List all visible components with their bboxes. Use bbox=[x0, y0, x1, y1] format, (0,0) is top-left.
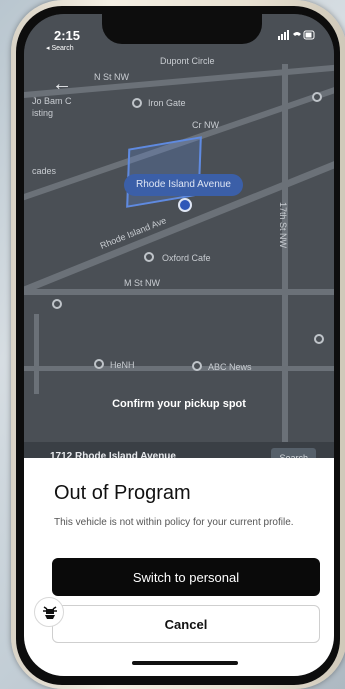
map-label-left-top2: isting bbox=[32, 108, 54, 118]
map-label-henh: HeNH bbox=[110, 360, 135, 370]
map-poi-icon bbox=[94, 359, 104, 369]
pickup-zone-polygon bbox=[126, 136, 202, 208]
home-indicator bbox=[132, 661, 238, 665]
map-road bbox=[34, 314, 39, 394]
status-signal-battery-icon bbox=[278, 30, 315, 40]
map-label-n-st: N St NW bbox=[94, 72, 129, 82]
confirm-pickup-text: Confirm your pickup spot bbox=[112, 398, 246, 410]
map-poi-icon bbox=[144, 252, 154, 262]
map-poi-icon bbox=[52, 299, 62, 309]
out-of-program-sheet: Out of Program This vehicle is not withi… bbox=[24, 458, 334, 676]
pickup-location-pill[interactable]: Rhode Island Avenue bbox=[124, 174, 243, 196]
cancel-button[interactable]: Cancel bbox=[52, 605, 320, 643]
map-label-cascades: cades bbox=[32, 166, 57, 176]
map-label-left-top: Jo Bam C bbox=[32, 96, 72, 106]
pickup-pin-icon[interactable] bbox=[178, 198, 192, 212]
back-arrow-icon[interactable]: ← bbox=[52, 74, 72, 94]
switch-to-personal-button[interactable]: Switch to personal bbox=[52, 558, 320, 596]
map-label-m-st: M St NW bbox=[124, 278, 160, 288]
sheet-title: Out of Program bbox=[54, 482, 191, 504]
map-label-dupont-circle: Dupont Circle bbox=[160, 56, 215, 66]
map-label-cr-nw: Cr NW bbox=[192, 120, 219, 130]
map-poi-icon bbox=[312, 92, 322, 102]
sheet-description: This vehicle is not within policy for yo… bbox=[54, 517, 294, 528]
status-time: 2:15 bbox=[54, 28, 81, 43]
bug-icon bbox=[43, 606, 57, 619]
map-label-iron-gate: Iron Gate bbox=[148, 98, 186, 108]
map-poi-icon bbox=[132, 98, 142, 108]
app-screen: Dupont Circle N St NW Jo Bam C isting Ir… bbox=[24, 14, 334, 676]
map-poi-icon bbox=[192, 361, 202, 371]
overlay-badge[interactable] bbox=[34, 597, 64, 627]
map-poi-icon bbox=[314, 334, 324, 344]
map-label-17th-st: 17th St NW bbox=[278, 201, 289, 249]
map-label-oxford-cafe: Oxford Cafe bbox=[162, 253, 211, 263]
phone-notch bbox=[102, 14, 262, 44]
status-back-to-app[interactable]: ◂ Search bbox=[46, 44, 74, 52]
map-label-abc-news: ABC News bbox=[208, 362, 252, 372]
